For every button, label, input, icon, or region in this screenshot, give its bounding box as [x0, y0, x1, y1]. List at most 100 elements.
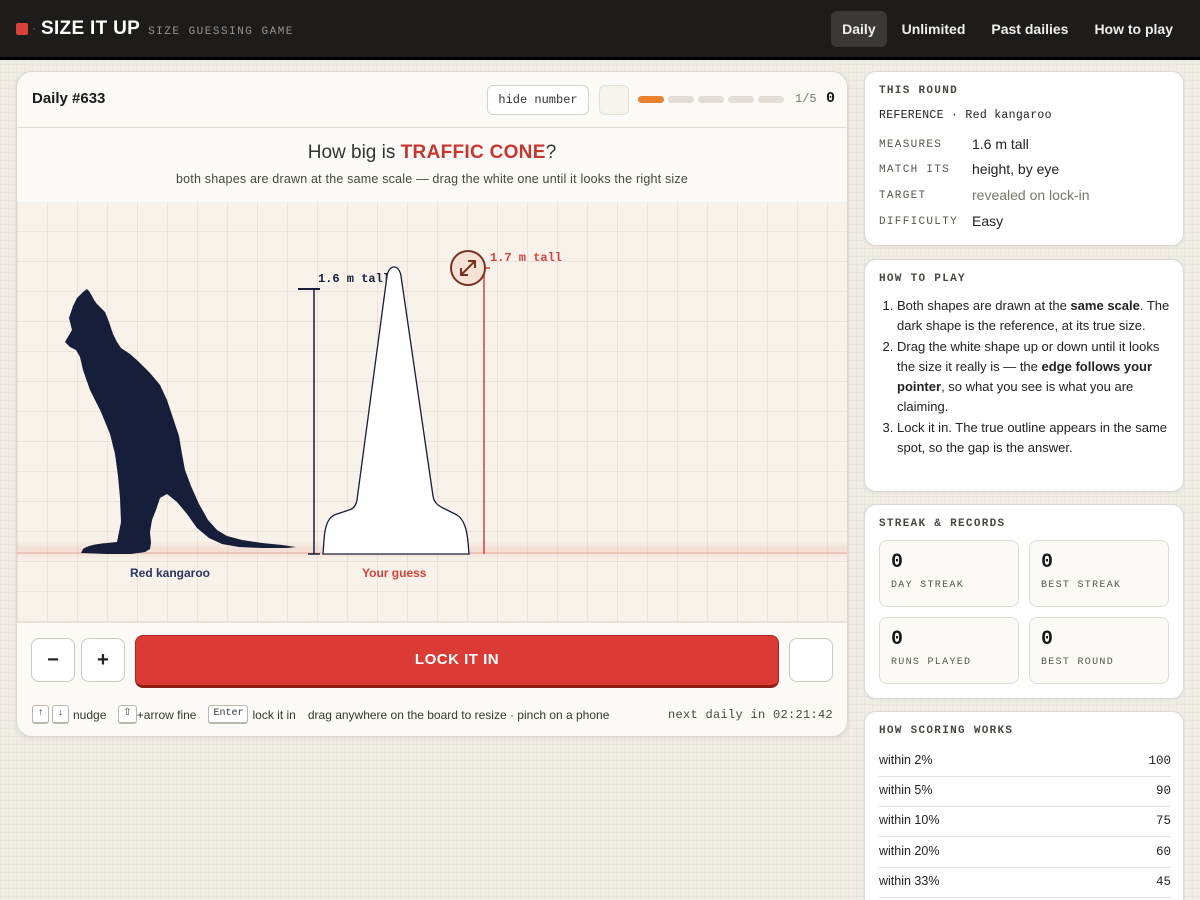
match-value: height, by eye	[972, 161, 1060, 177]
app-title: SIZE IT UP	[41, 18, 141, 39]
difficulty-value: Easy	[972, 213, 1004, 229]
stat-day-streak: 0 DAY STREAK	[879, 540, 1019, 607]
key-up: ↑	[32, 705, 49, 724]
logo-square-icon	[16, 23, 28, 35]
controls: − + LOCK IT IN ↑ ↓ nudge ⇧ +arrow fine E…	[17, 624, 847, 736]
stat-value: 0	[1041, 551, 1054, 574]
main-nav: Daily Unlimited Past dailies How to play	[831, 11, 1184, 47]
app-subtitle: SIZE GUESSING GAME	[148, 26, 294, 38]
guess-name-label: Your guess	[362, 566, 427, 580]
scoring-title: HOW SCORING WORKS	[879, 725, 1014, 737]
brand[interactable]: · SIZE IT UP SIZE GUESSING GAME	[16, 18, 294, 40]
question-prefix: How big is	[307, 142, 401, 163]
how-to-play-title: HOW TO PLAY	[879, 273, 966, 285]
tab-unlimited[interactable]: Unlimited	[891, 11, 977, 47]
key-enter: Enter	[208, 705, 249, 724]
question-instructions: both shapes are drawn at the same scale …	[175, 172, 689, 186]
resize-handle-icon[interactable]	[450, 250, 486, 286]
hide-numbers-button[interactable]: hide number	[487, 85, 589, 115]
streak-panel: STREAK & RECORDS 0 DAY STREAK 0 BEST STR…	[864, 504, 1184, 699]
decrease-button[interactable]: −	[31, 638, 75, 682]
brand-separator: ·	[32, 21, 36, 35]
scoring-points: 75	[1155, 814, 1171, 828]
stat-best-streak: 0 BEST STREAK	[1029, 540, 1169, 607]
increase-button[interactable]: +	[81, 638, 125, 682]
guess-measure-label: 1.7 m tall	[490, 251, 562, 265]
game-card: Daily #633 hide number 1/5 0 How big is …	[16, 71, 848, 737]
how-to-play-steps: Both shapes are drawn at the same scale.…	[897, 296, 1173, 459]
step-1: Both shapes are drawn at the same scale.…	[897, 296, 1173, 336]
scoring-panel: HOW SCORING WORKS within 2% 100 within 5…	[864, 711, 1184, 900]
progress-segment	[758, 96, 784, 103]
scoring-threshold: within 33%	[879, 874, 940, 888]
tab-past-dailies[interactable]: Past dailies	[980, 11, 1079, 47]
stat-label: DAY STREAK	[891, 580, 965, 591]
game-header: Daily #633 hide number 1/5 0	[17, 72, 847, 128]
score-value: 0	[826, 90, 836, 107]
hint-drag: drag anywhere on the board to resize · p…	[307, 707, 610, 722]
tab-daily[interactable]: Daily	[831, 11, 887, 47]
round-progress	[638, 96, 784, 103]
reference-name-label: Red kangaroo	[130, 566, 211, 580]
board-canvas[interactable]: 1.6 m tall 1.7 m tall	[17, 202, 848, 623]
stat-label: RUNS PLAYED	[891, 657, 972, 668]
hint-lock: lock it in	[252, 707, 296, 722]
scoring-row: within 33% 45	[879, 868, 1171, 898]
progress-segment	[698, 96, 724, 103]
how-to-play-panel: HOW TO PLAY Both shapes are drawn at the…	[864, 259, 1184, 492]
step-1-text: Both shapes are drawn at the	[897, 298, 1071, 313]
step-3: Lock it in. The true outline appears in …	[897, 418, 1173, 458]
lock-it-in-button[interactable]: LOCK IT IN	[135, 635, 779, 688]
measures-value: 1.6 m tall	[972, 136, 1029, 152]
guess-shape[interactable]	[322, 266, 470, 555]
scoring-threshold: within 10%	[879, 813, 940, 827]
stat-label: BEST ROUND	[1041, 657, 1115, 668]
daily-title: Daily #633	[32, 90, 106, 107]
scoring-threshold: within 2%	[879, 753, 933, 767]
top-bar: · SIZE IT UP SIZE GUESSING GAME Daily Un…	[0, 0, 1200, 60]
streak-title: STREAK & RECORDS	[879, 518, 1006, 530]
hint-nudge: nudge	[73, 707, 107, 722]
stat-label: BEST STREAK	[1041, 580, 1122, 591]
scoring-points: 100	[1148, 754, 1171, 768]
measures-label: MEASURES	[879, 139, 943, 151]
scoring-row: within 20% 60	[879, 838, 1171, 868]
stat-value: 0	[891, 628, 904, 651]
scoring-row: within 2% 100	[879, 747, 1171, 777]
reference-line: REFERENCE · Red kangaroo	[879, 109, 1052, 122]
sound-toggle-button[interactable]	[599, 85, 629, 115]
progress-segment	[668, 96, 694, 103]
question-suffix: ?	[545, 142, 557, 163]
progress-segment	[638, 96, 664, 103]
extra-action-button[interactable]	[789, 638, 833, 682]
game-board[interactable]: 1.6 m tall 1.7 m tall Red kangaroo Your …	[17, 202, 847, 623]
stat-value: 0	[1041, 628, 1054, 651]
kangaroo-silhouette	[65, 289, 296, 554]
step-1-bold: same scale	[1070, 298, 1140, 313]
stat-value: 0	[891, 551, 904, 574]
next-daily-countdown: next daily in 02:21:42	[667, 708, 833, 722]
keyboard-hints: ↑ ↓ nudge ⇧ +arrow fine Enter lock it in…	[32, 705, 621, 724]
target-value: revealed on lock-in	[972, 187, 1090, 203]
scoring-points: 45	[1155, 875, 1171, 889]
match-label: MATCH ITS	[879, 164, 951, 176]
progress-segment	[728, 96, 754, 103]
scoring-points: 60	[1155, 845, 1171, 859]
scoring-threshold: within 20%	[879, 844, 940, 858]
target-label: TARGET	[879, 190, 927, 202]
scoring-points: 90	[1155, 784, 1171, 798]
question-box: How big is TRAFFIC CONE? both shapes are…	[17, 129, 847, 202]
question-target: TRAFFIC CONE	[400, 142, 546, 163]
stat-runs-played: 0 RUNS PLAYED	[879, 617, 1019, 684]
scoring-row: within 10% 75	[879, 807, 1171, 837]
question: How big is TRAFFIC CONE?	[17, 142, 847, 164]
this-round-title: THIS ROUND	[879, 85, 959, 97]
difficulty-label: DIFFICULTY	[879, 216, 959, 228]
round-counter: 1/5	[795, 92, 817, 106]
tab-how-to-play[interactable]: How to play	[1083, 11, 1184, 47]
reference-measure-label: 1.6 m tall	[318, 272, 390, 286]
key-down: ↓	[52, 705, 69, 724]
scoring-threshold: within 5%	[879, 783, 933, 797]
this-round-panel: THIS ROUND REFERENCE · Red kangaroo MEAS…	[864, 71, 1184, 246]
step-2: Drag the white shape up or down until it…	[897, 337, 1173, 417]
